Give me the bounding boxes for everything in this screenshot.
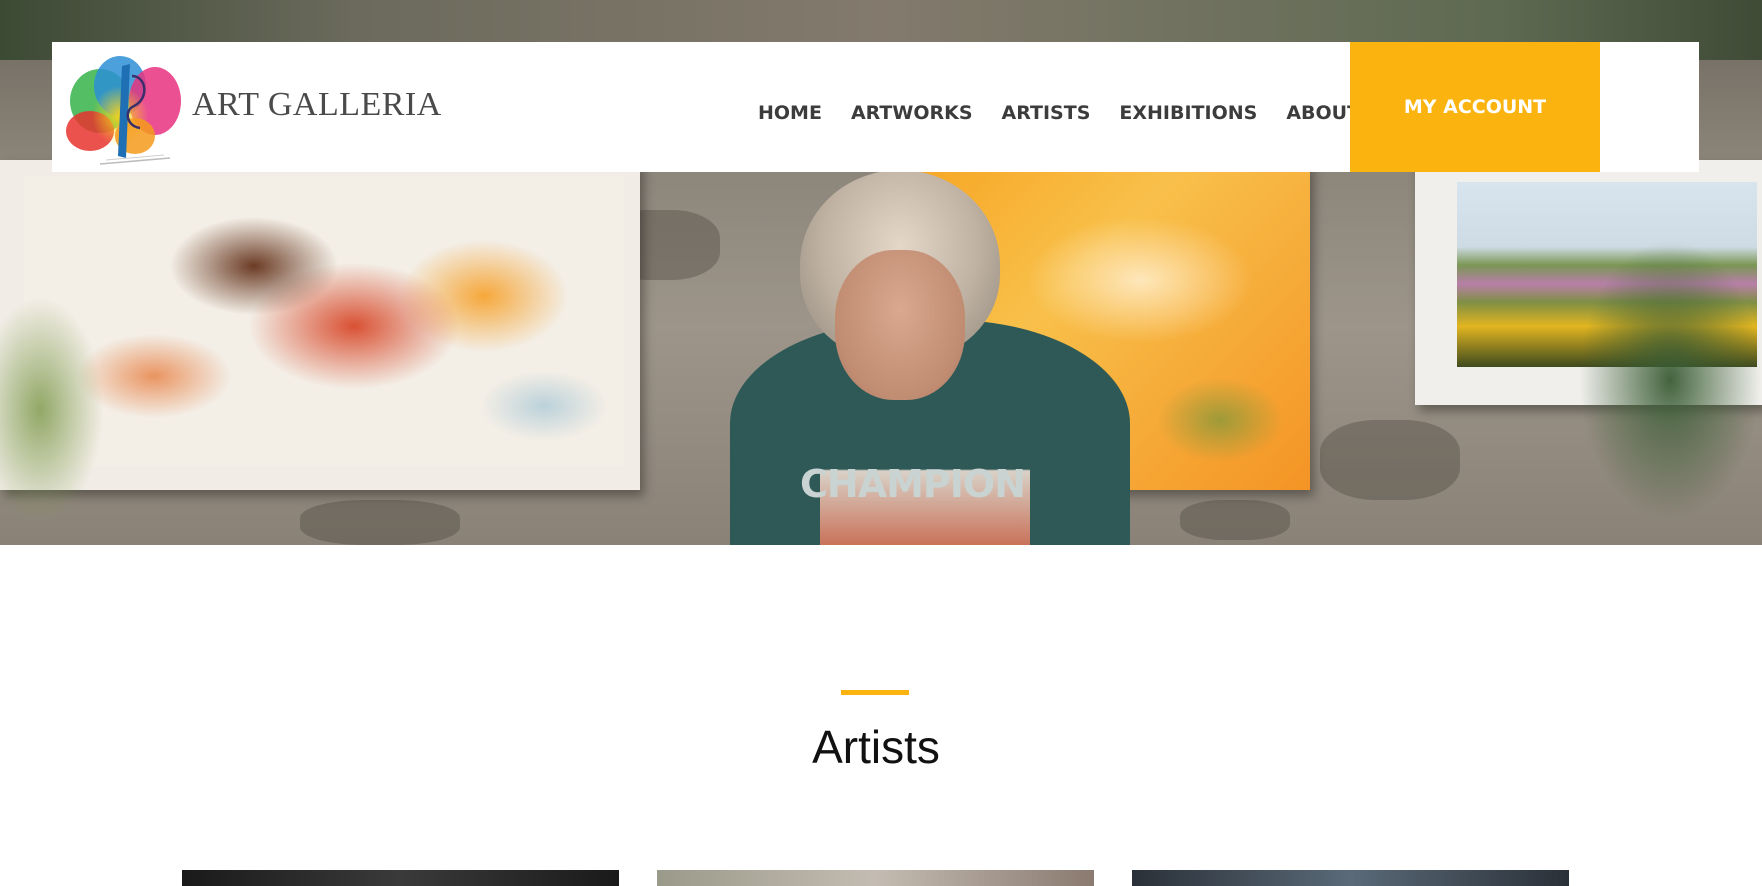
nav-artists[interactable]: ARTISTS <box>1002 100 1091 126</box>
hero-leaves-right <box>1520 170 1762 545</box>
my-account-button[interactable]: MY ACCOUNT <box>1350 42 1600 172</box>
page: CHAMPION ART GALLERIA HOME ARTWORKS ARTI… <box>0 0 1762 886</box>
hero-artist-face <box>835 250 965 400</box>
nav-home[interactable]: HOME <box>758 100 822 126</box>
artist-card-image[interactable] <box>657 870 1094 886</box>
hero-stone <box>300 500 460 545</box>
artist-card-image[interactable] <box>182 870 619 886</box>
hero-shirt-text: CHAMPION <box>800 462 1026 506</box>
site-header: ART GALLERIA HOME ARTWORKS ARTISTS EXHIB… <box>52 42 1699 172</box>
hero-stone <box>1320 420 1460 500</box>
nav-artworks[interactable]: ARTWORKS <box>851 100 973 126</box>
section-accent-divider <box>841 690 909 695</box>
section-title: Artists <box>812 721 940 773</box>
hero-stone <box>1180 500 1290 540</box>
nav-exhibitions[interactable]: EXHIBITIONS <box>1119 100 1257 126</box>
main-nav: HOME ARTWORKS ARTISTS EXHIBITIONS ABOUT … <box>758 100 1396 126</box>
hero-leaves-left <box>0 250 220 545</box>
artist-card-image[interactable] <box>1132 870 1569 886</box>
brand-name[interactable]: ART GALLERIA <box>192 86 442 124</box>
